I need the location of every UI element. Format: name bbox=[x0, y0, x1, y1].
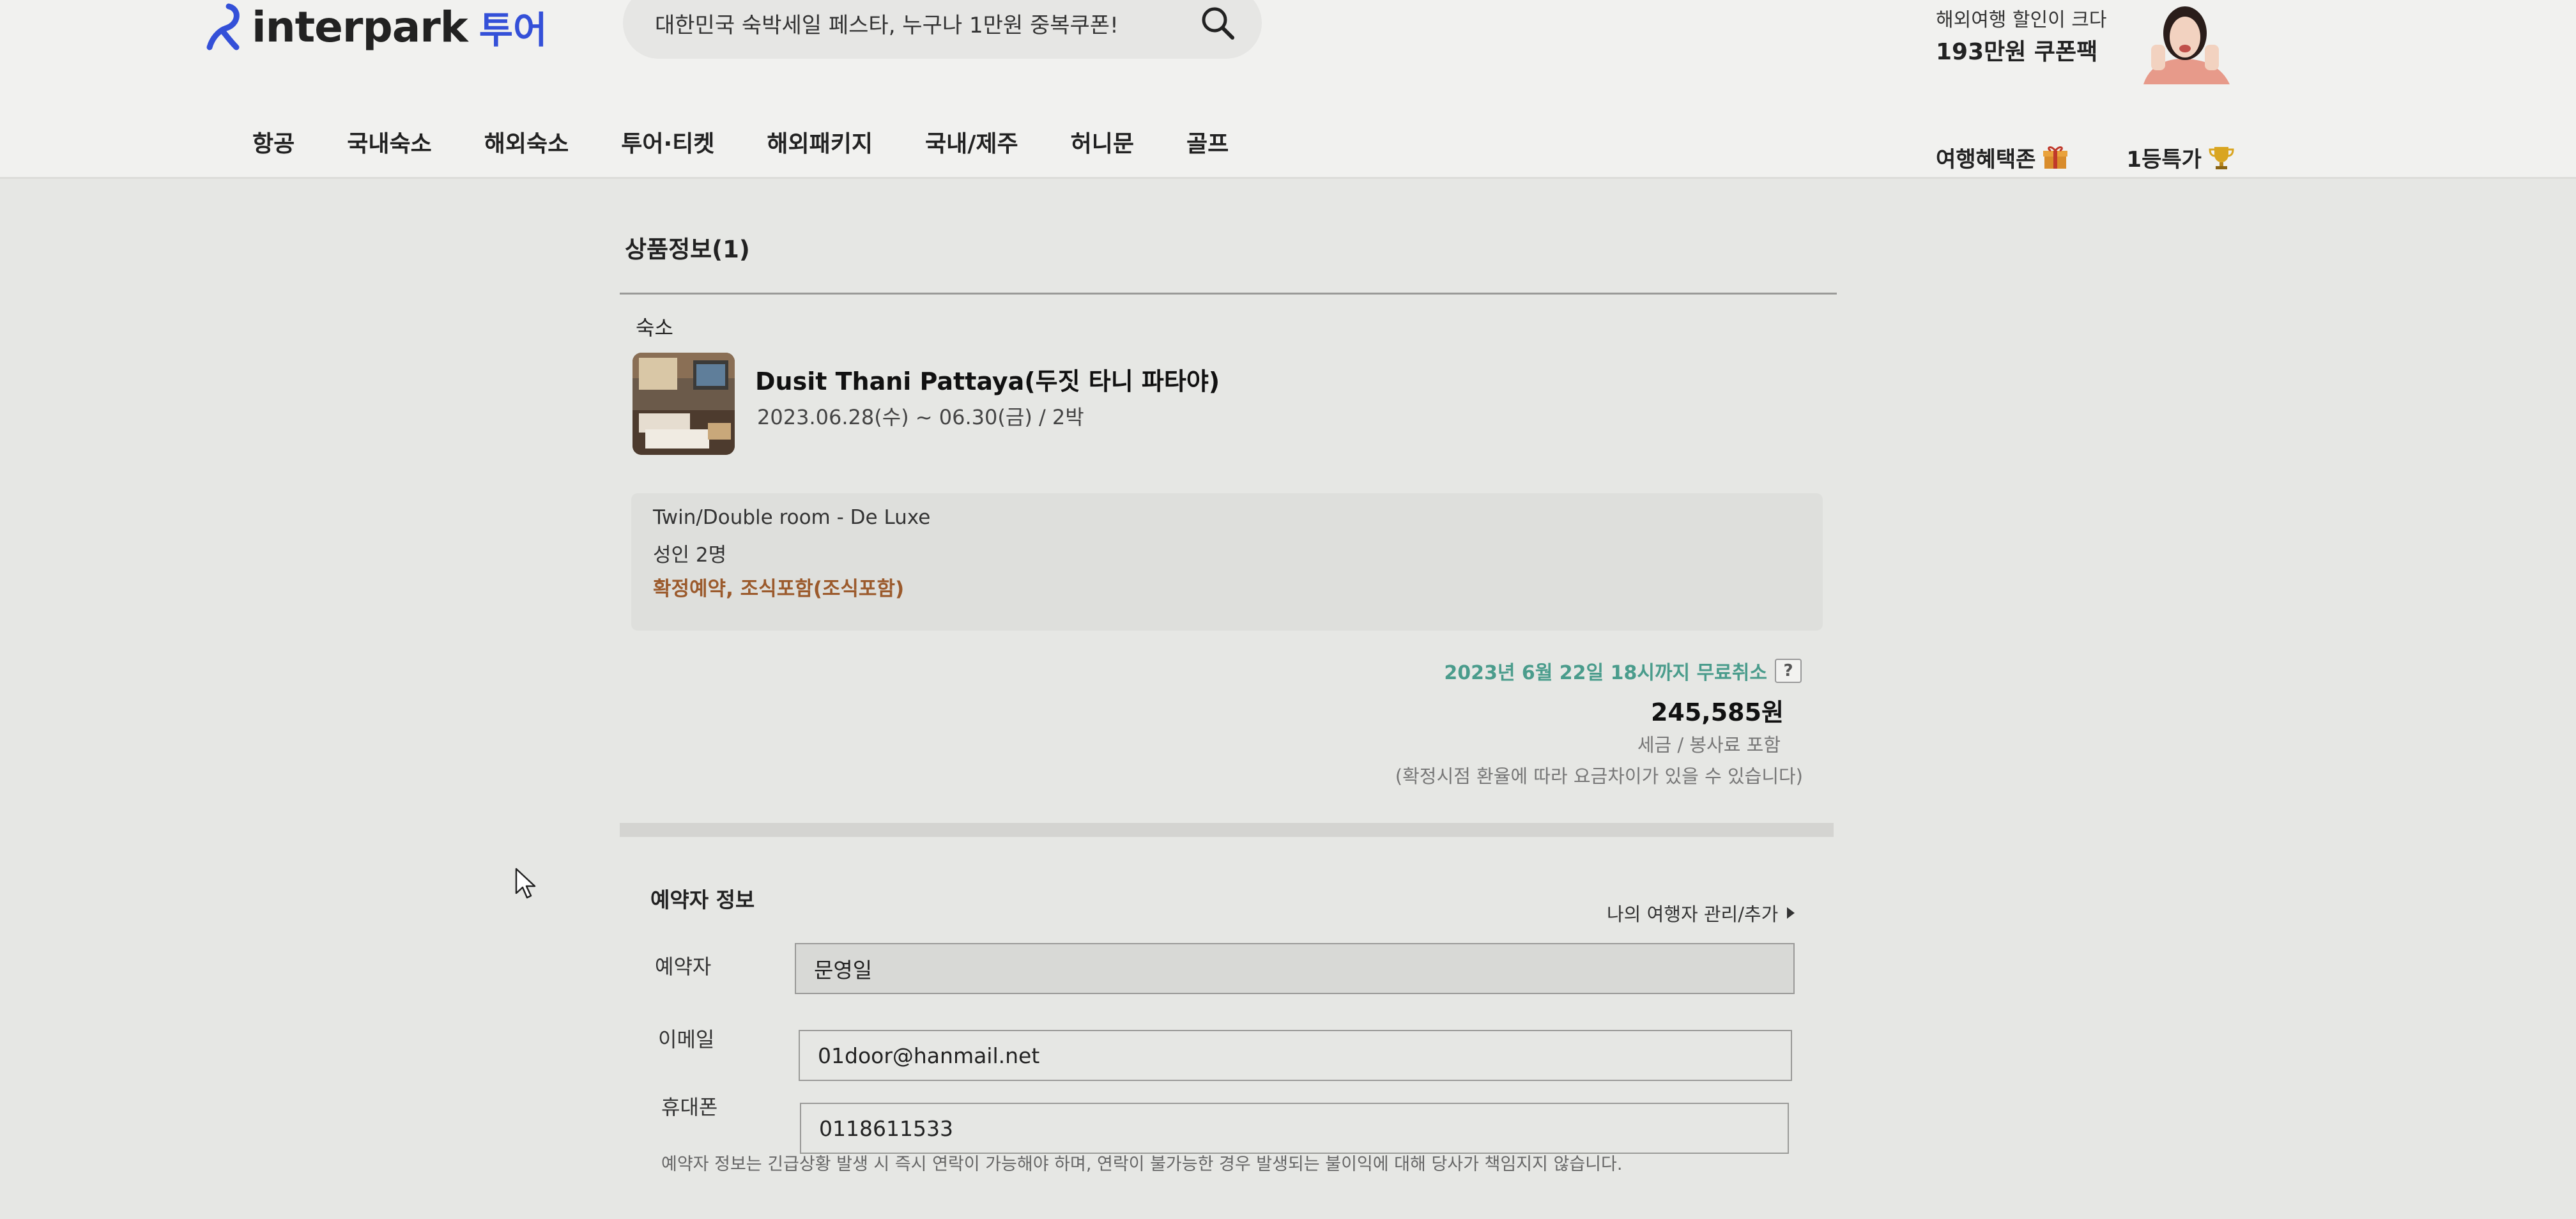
nav-overseas-stay[interactable]: 해외숙소 bbox=[484, 125, 569, 158]
stay-dates: 2023.06.28(수) ~ 06.30(금) / 2박 bbox=[757, 405, 1084, 429]
tax-note: 세금 / 봉사료 포함 bbox=[1637, 734, 1781, 756]
hotel-name: Dusit Thani Pattaya(두짓 타니 파타야) bbox=[755, 367, 1220, 395]
main-nav: 항공 국내숙소 해외숙소 투어·티켓 해외패키지 국내/제주 허니문 골프 bbox=[252, 125, 1281, 158]
nav-domestic-stay[interactable]: 국내숙소 bbox=[347, 125, 431, 158]
nav-overseas-package[interactable]: 해외패키지 bbox=[767, 125, 873, 158]
search-bar[interactable]: 대한민국 숙박세일 페스타, 누구나 1만원 중복쿠폰! bbox=[623, 0, 1262, 59]
section-divider bbox=[620, 293, 1837, 295]
best-deal-link[interactable]: 1등특가 bbox=[2126, 142, 2235, 173]
booker-name-field[interactable]: 문영일 bbox=[795, 943, 1795, 994]
booking-tags: 확정예약, 조식포함(조식포함) bbox=[653, 578, 905, 601]
best-deal-label: 1등특가 bbox=[2126, 147, 2202, 172]
free-cancellation: 2023년 6월 22일 18시까지 무료취소 ? bbox=[1444, 657, 1802, 685]
exchange-rate-note: (확정시점 환율에 따라 요금차이가 있을 수 있습니다) bbox=[1395, 765, 1803, 787]
guest-count: 성인 2명 bbox=[653, 544, 727, 567]
travel-benefit-zone-label: 여행혜택존 bbox=[1936, 147, 2036, 172]
nav-domestic-jeju[interactable]: 국내/제주 bbox=[925, 125, 1018, 158]
nav-golf[interactable]: 골프 bbox=[1186, 125, 1229, 158]
trophy-icon bbox=[2209, 146, 2234, 169]
search-icon[interactable] bbox=[1199, 4, 1236, 42]
section-separator bbox=[620, 823, 1834, 837]
email-field[interactable]: 01door@hanmail.net bbox=[799, 1030, 1792, 1081]
utility-links: 여행혜택존 1등특가 bbox=[1936, 142, 2292, 173]
promo-banner[interactable]: 해외여행 할인이 크다 193만원 쿠폰팩 bbox=[1936, 0, 2242, 84]
help-icon[interactable]: ? bbox=[1775, 659, 1802, 683]
interpark-logo-icon bbox=[206, 3, 240, 50]
nav-honeymoon[interactable]: 허니문 bbox=[1071, 125, 1134, 158]
total-price: 245,585원 bbox=[1650, 698, 1784, 726]
logo-text: interpark bbox=[252, 2, 468, 52]
email-label: 이메일 bbox=[658, 1027, 715, 1052]
logo-sub-text: 투어 bbox=[479, 8, 548, 52]
hotel-thumbnail[interactable] bbox=[632, 353, 735, 455]
product-category: 숙소 bbox=[636, 316, 673, 340]
manage-travelers-label: 나의 여행자 관리/추가 bbox=[1607, 903, 1779, 925]
booker-info-notice: 예약자 정보는 긴급상황 발생 시 즉시 연락이 가능해야 하며, 연락이 불가… bbox=[661, 1154, 1623, 1174]
mouse-cursor-icon bbox=[515, 868, 536, 899]
arrow-right-icon bbox=[1787, 907, 1795, 919]
search-input[interactable]: 대한민국 숙박세일 페스타, 누구나 1만원 중복쿠폰! bbox=[655, 8, 1199, 39]
booker-info-title: 예약자 정보 bbox=[650, 887, 755, 912]
interpark-tour-logo[interactable]: interpark 투어 bbox=[203, 1, 547, 52]
promo-line1: 해외여행 할인이 크다 bbox=[1936, 9, 2107, 31]
promo-line2: 193만원 쿠폰팩 bbox=[1936, 39, 2098, 65]
phone-label: 휴대폰 bbox=[661, 1095, 718, 1119]
room-type: Twin/Double room - De Luxe bbox=[653, 506, 931, 529]
promo-model-image bbox=[2143, 6, 2230, 84]
free-cancellation-text: 2023년 6월 22일 18시까지 무료취소 bbox=[1444, 662, 1767, 684]
phone-field[interactable]: 0118611533 bbox=[800, 1103, 1789, 1154]
booker-name-label: 예약자 bbox=[655, 954, 712, 979]
nav-tour-ticket[interactable]: 투어·티켓 bbox=[621, 125, 714, 158]
travel-benefit-zone-link[interactable]: 여행혜택존 bbox=[1936, 142, 2069, 173]
nav-flight[interactable]: 항공 bbox=[252, 125, 295, 158]
manage-travelers-link[interactable]: 나의 여행자 관리/추가 bbox=[1607, 900, 1795, 926]
product-info-title: 상품정보(1) bbox=[625, 236, 750, 263]
gift-icon bbox=[2043, 146, 2068, 169]
site-header: interpark 투어 대한민국 숙박세일 페스타, 누구나 1만원 중복쿠폰… bbox=[0, 0, 2576, 179]
